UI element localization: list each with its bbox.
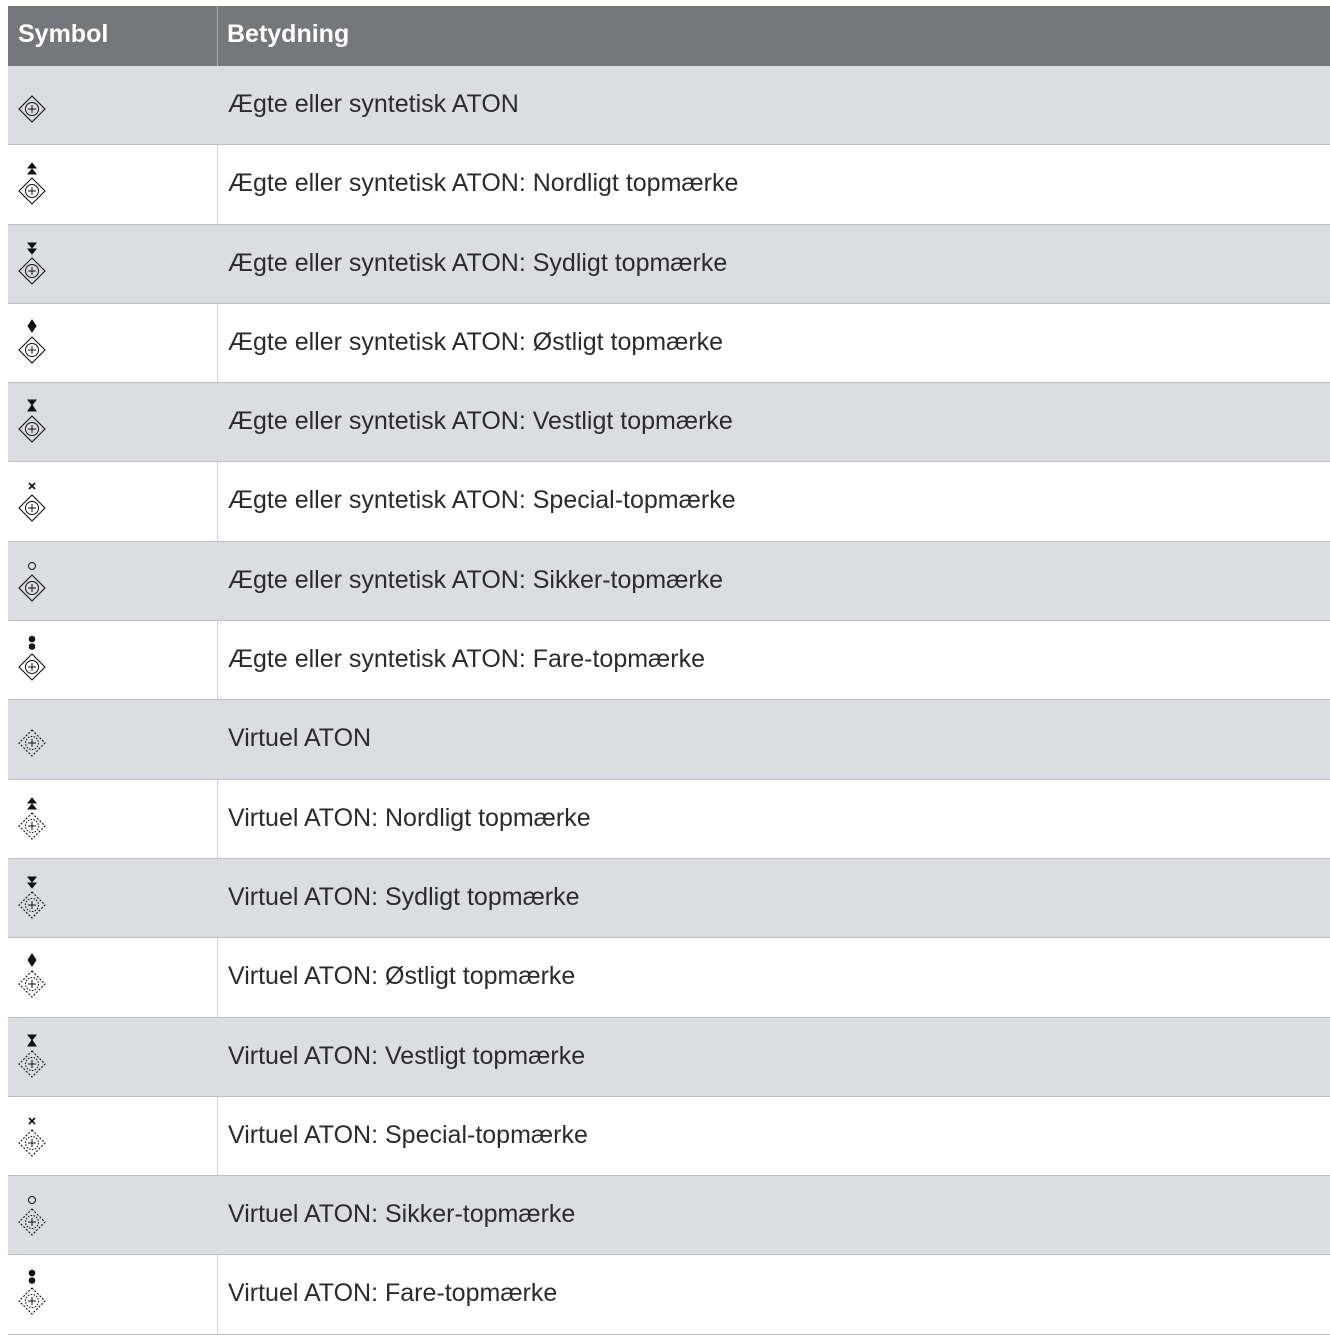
symbol-cell	[8, 303, 218, 383]
real-aton-west-topmark-icon	[18, 399, 46, 443]
virtual-aton-north-topmark-icon	[18, 796, 46, 840]
real-aton-icon	[18, 95, 46, 123]
symbol-cell	[8, 541, 218, 621]
meaning-cell: Virtuel ATON: Østligt topmærke	[228, 962, 576, 991]
meaning-cell: Virtuel ATON	[228, 724, 372, 753]
meaning-cell: Virtuel ATON: Nordligt topmærke	[228, 803, 591, 832]
header-meaning: Betydning	[227, 20, 350, 48]
table-row: Ægte eller syntetisk ATON: Special-topmæ…	[8, 462, 1330, 542]
real-aton-south-topmark-icon	[18, 242, 46, 285]
table-row: Virtuel ATON: Østligt topmærke	[8, 938, 1330, 1018]
table-row: Ægte eller syntetisk ATON: Nordligt topm…	[8, 145, 1330, 225]
table-row: Ægte eller syntetisk ATON: Sikker-topmær…	[8, 541, 1330, 622]
symbol-cell	[8, 66, 218, 145]
virtual-aton-south-topmark-icon	[18, 876, 46, 919]
table-row: Ægte eller syntetisk ATON	[8, 66, 1330, 146]
real-aton-north-topmark-icon	[18, 162, 46, 206]
virtual-aton-safe-topmark-icon	[18, 1196, 46, 1236]
symbol-cell	[8, 779, 218, 858]
table-row: Virtuel ATON: Vestligt topmærke	[8, 1017, 1330, 1097]
symbol-cell	[8, 462, 218, 541]
symbol-cell	[8, 621, 218, 700]
table-row: Ægte eller syntetisk ATON: Fare-topmærke	[8, 621, 1330, 701]
meaning-cell: Ægte eller syntetisk ATON	[228, 90, 519, 118]
table-row: Virtuel ATON	[8, 700, 1330, 780]
table-row: Ægte eller syntetisk ATON: Østligt topmæ…	[8, 303, 1330, 384]
meaning-cell: Virtuel ATON: Vestligt topmærke	[228, 1041, 586, 1070]
table-row: Virtuel ATON: Special-topmærke	[8, 1096, 1330, 1177]
table-row: Virtuel ATON: Nordligt topmærke	[8, 779, 1330, 859]
virtual-aton-icon	[18, 729, 46, 758]
table-row: Virtuel ATON: Sikker-topmærke	[8, 1176, 1330, 1256]
symbol-cell	[8, 224, 218, 303]
meaning-cell: Ægte eller syntetisk ATON: Vestligt topm…	[228, 407, 733, 436]
meaning-cell: Ægte eller syntetisk ATON: Fare-topmærke	[228, 645, 706, 674]
aton-symbol-table: Symbol Betydning Ægte eller syntetisk AT…	[8, 6, 1330, 1335]
table-row: Virtuel ATON: Sydligt topmærke	[8, 858, 1330, 939]
symbol-cell	[8, 858, 218, 938]
table-row: Ægte eller syntetisk ATON: Vestligt topm…	[8, 383, 1330, 463]
meaning-cell: Ægte eller syntetisk ATON: Sydligt topmæ…	[228, 248, 728, 277]
symbol-cell	[8, 1096, 218, 1176]
real-aton-danger-topmark-icon	[18, 635, 46, 681]
header-symbol: Symbol	[8, 6, 218, 66]
symbol-cell	[8, 145, 218, 224]
table-row: Ægte eller syntetisk ATON: Sydligt topmæ…	[8, 224, 1330, 304]
meaning-cell: Virtuel ATON: Sikker-topmærke	[228, 1200, 576, 1229]
meaning-cell: Ægte eller syntetisk ATON: Sikker-topmær…	[228, 565, 724, 594]
meaning-cell: Ægte eller syntetisk ATON: Special-topmæ…	[228, 486, 736, 515]
meaning-cell: Ægte eller syntetisk ATON: Østligt topmæ…	[228, 327, 724, 356]
virtual-aton-danger-topmark-icon	[18, 1270, 46, 1316]
symbol-cell	[8, 700, 218, 779]
real-aton-special-topmark-icon	[18, 482, 46, 523]
meaning-cell: Virtuel ATON: Fare-topmærke	[228, 1279, 558, 1308]
symbol-cell	[8, 1017, 218, 1096]
symbol-cell	[8, 383, 218, 462]
symbol-cell	[8, 1176, 218, 1255]
table-header: Symbol Betydning	[8, 6, 1330, 66]
real-aton-safe-topmark-icon	[18, 561, 46, 602]
real-aton-east-topmark-icon	[18, 318, 46, 364]
symbol-cell	[8, 938, 218, 1017]
meaning-cell: Virtuel ATON: Special-topmærke	[228, 1120, 588, 1149]
meaning-cell: Ægte eller syntetisk ATON: Nordligt topm…	[228, 169, 739, 198]
virtual-aton-west-topmark-icon	[18, 1034, 46, 1078]
symbol-cell	[8, 1255, 218, 1334]
meaning-cell: Virtuel ATON: Sydligt topmærke	[228, 882, 580, 911]
virtual-aton-east-topmark-icon	[18, 953, 46, 999]
table-row: Virtuel ATON: Fare-topmærke	[8, 1255, 1330, 1335]
virtual-aton-special-topmark-icon	[18, 1117, 46, 1157]
